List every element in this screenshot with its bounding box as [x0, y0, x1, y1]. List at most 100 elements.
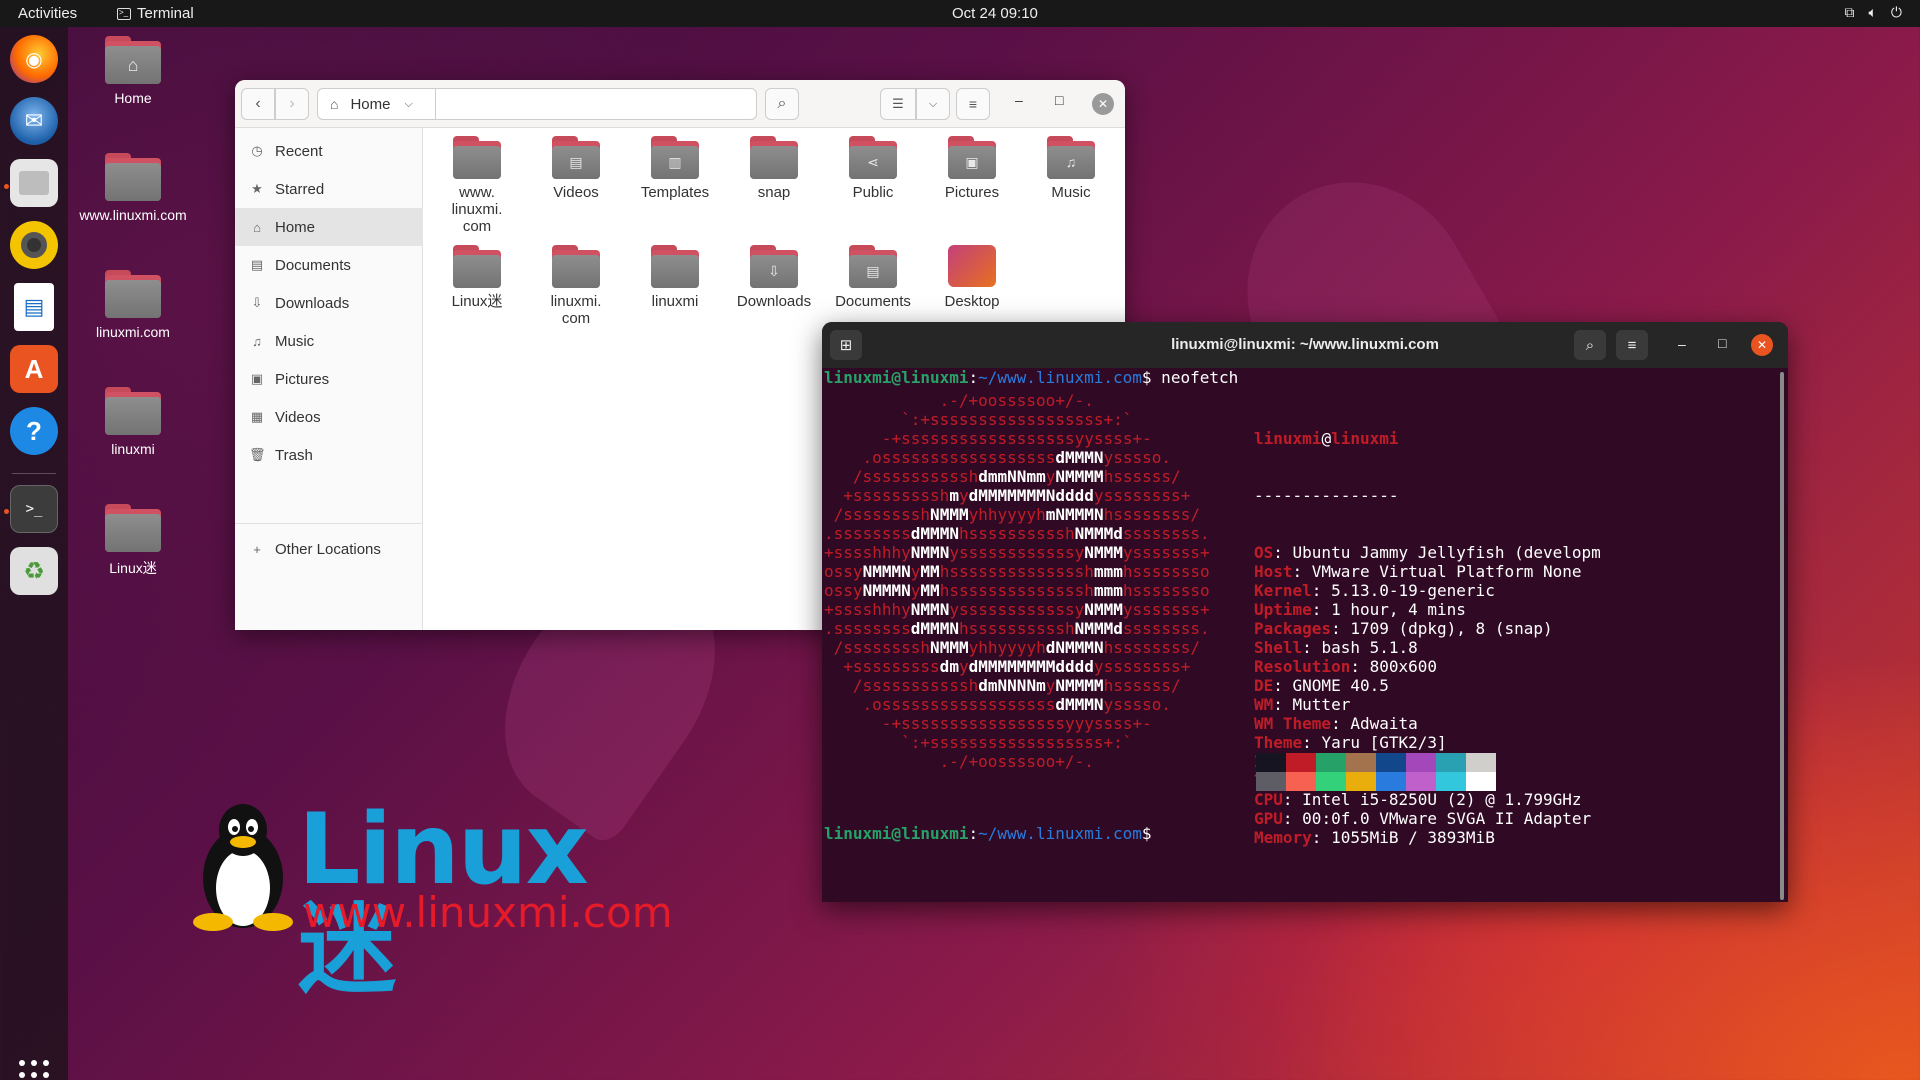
- sidebar-item-label: Other Locations: [275, 540, 381, 558]
- file-item[interactable]: Linux迷: [427, 245, 527, 310]
- maximize-button[interactable]: □: [1055, 92, 1063, 108]
- sidebar-item-videos[interactable]: ▦ Videos: [235, 398, 423, 436]
- path-bar[interactable]: ⌂ Home ⌵: [317, 88, 757, 120]
- activities-button[interactable]: Activities: [18, 5, 77, 22]
- close-icon: ✕: [1756, 338, 1768, 352]
- sidebar-item-music[interactable]: ♫ Music: [235, 322, 423, 360]
- file-item-label: Documents: [835, 293, 911, 310]
- linuxmi-logo: Linux迷 www.linuxmi.com: [188, 800, 673, 1000]
- dock-trash[interactable]: ♻: [10, 547, 58, 595]
- forward-button[interactable]: ›: [275, 88, 309, 120]
- dock-writer[interactable]: ▤: [14, 283, 54, 331]
- terminal-menu-button[interactable]: ≡: [1616, 330, 1648, 360]
- folder-icon: [552, 245, 600, 288]
- terminal-icon: >_: [117, 7, 131, 20]
- close-button[interactable]: ✕: [1092, 93, 1114, 115]
- info-key: Memory: [1254, 828, 1312, 847]
- file-item[interactable]: ⋖ Public: [823, 136, 923, 201]
- hamburger-icon: ≡: [968, 96, 978, 112]
- sidebar-item-home[interactable]: ⌂ Home: [235, 208, 423, 246]
- volume-icon[interactable]: 🔈︎: [1869, 4, 1877, 21]
- document-icon: ▤: [250, 257, 264, 272]
- dock-rhythmbox[interactable]: [10, 221, 58, 269]
- back-button[interactable]: ‹: [241, 88, 275, 120]
- running-indicator: [4, 184, 9, 189]
- ascii-line: +sssshhhyNMMNyssssssssssssyNMMMysssssss+: [824, 543, 1210, 562]
- terminal-search-button[interactable]: ⌕: [1574, 330, 1606, 360]
- music-icon: ♫: [252, 333, 262, 349]
- search-button[interactable]: ⌕: [765, 88, 799, 120]
- terminal-scrollbar[interactable]: [1780, 372, 1784, 900]
- dock-files[interactable]: [10, 159, 58, 207]
- dock-terminal[interactable]: >_: [10, 485, 58, 533]
- file-item-label: Templates: [640, 184, 710, 201]
- network-icon[interactable]: ⧉: [1845, 4, 1855, 21]
- folder-icon: [750, 136, 798, 179]
- color-swatch: [1316, 772, 1346, 791]
- tux-penguin-icon: [193, 804, 293, 931]
- file-item[interactable]: ▤ Documents: [823, 245, 923, 310]
- folder-icon: ▤: [849, 245, 897, 288]
- sidebar-item-recent[interactable]: ◷ Recent: [235, 132, 423, 170]
- maximize-button[interactable]: □: [1718, 335, 1726, 351]
- dock-firefox[interactable]: ◉: [10, 35, 58, 83]
- sidebar-item-other-locations[interactable]: + Other Locations: [235, 530, 423, 568]
- close-button[interactable]: ✕: [1751, 334, 1773, 356]
- app-menu[interactable]: >_ Terminal: [117, 5, 194, 22]
- view-list-button[interactable]: ☰: [880, 88, 916, 120]
- dock-software[interactable]: A: [10, 345, 58, 393]
- file-item[interactable]: linuxmi. com: [526, 245, 626, 327]
- dock-thunderbird[interactable]: ✉: [10, 97, 58, 145]
- dock-help[interactable]: ?: [10, 407, 58, 455]
- info-rule: ---------------: [1254, 486, 1399, 505]
- ascii-line: `:+ssssssssssssssssss+:`: [901, 410, 1133, 429]
- color-palette-dark: [1256, 753, 1496, 772]
- terminal-output[interactable]: linuxmi@linuxmi:~/www.linuxmi.com$ neofe…: [824, 368, 1782, 902]
- sidebar-item-trash[interactable]: 🗑︎ Trash: [235, 436, 423, 474]
- power-icon[interactable]: ⏻: [1891, 4, 1902, 21]
- system-tray[interactable]: ⧉ 🔈︎ ⏻: [1845, 4, 1902, 21]
- files-header-bar: ‹ › ⌂ Home ⌵ ⌕ ☰ ⌵ ≡ – □ ✕: [235, 80, 1125, 128]
- sidebar-item-downloads[interactable]: ⇩ Downloads: [235, 284, 423, 322]
- desktop-icon-home[interactable]: ⌂ Home: [68, 36, 198, 106]
- file-item[interactable]: linuxmi: [625, 245, 725, 310]
- info-lines: OS: Ubuntu Jammy Jellyfish (developm Host…: [1254, 543, 1601, 847]
- color-swatch: [1346, 753, 1376, 772]
- info-line: Uptime: 1 hour, 4 mins: [1254, 600, 1601, 619]
- ascii-line: .ssssssssdMMMNhsssssssssshNMMMdssssssss.: [824, 524, 1210, 543]
- sidebar-item-starred[interactable]: ★ Starred: [235, 170, 423, 208]
- path-crumb-home[interactable]: ⌂ Home ⌵: [318, 89, 436, 119]
- file-item[interactable]: ♫ Music: [1021, 136, 1121, 201]
- show-apps-button[interactable]: [19, 1060, 49, 1080]
- info-key: DE: [1254, 676, 1274, 695]
- desktop-icon-label: linuxmi: [111, 441, 155, 457]
- desktop-icon-label: Linux迷: [109, 560, 157, 576]
- color-swatch: [1376, 772, 1406, 791]
- file-item[interactable]: ▣ Pictures: [922, 136, 1022, 201]
- file-item[interactable]: ⇩ Downloads: [724, 245, 824, 310]
- desktop-icon-label: linuxmi.com: [96, 324, 170, 340]
- sidebar-item-documents[interactable]: ▤ Documents: [235, 246, 423, 284]
- file-item[interactable]: Desktop: [922, 245, 1022, 310]
- desktop-icon-folder[interactable]: linuxmi: [68, 387, 198, 457]
- desktop-icon-folder[interactable]: www.linuxmi.com: [68, 153, 198, 223]
- prompt-line: linuxmi@linuxmi:~/www.linuxmi.com$: [824, 824, 1152, 843]
- file-item[interactable]: snap: [724, 136, 824, 201]
- file-item[interactable]: www. linuxmi. com: [427, 136, 527, 235]
- main-menu-button[interactable]: ≡: [956, 88, 990, 120]
- desktop-icon-folder[interactable]: linuxmi.com: [68, 270, 198, 340]
- clock[interactable]: Oct 24 09:10: [952, 5, 1038, 22]
- info-line: CPU: Intel i5-8250U (2) @ 1.799GHz: [1254, 790, 1601, 809]
- file-item[interactable]: ▥ Templates: [625, 136, 725, 201]
- minimize-button[interactable]: –: [1015, 92, 1023, 108]
- folder-icon: ▥: [651, 136, 699, 179]
- view-options-button[interactable]: ⌵: [916, 88, 950, 120]
- color-swatch: [1256, 772, 1286, 791]
- minimize-button[interactable]: –: [1678, 336, 1686, 352]
- sidebar-item-pictures[interactable]: ▣ Pictures: [235, 360, 423, 398]
- file-item[interactable]: ▤ Videos: [526, 136, 626, 201]
- desktop-icon-folder[interactable]: Linux迷: [68, 504, 198, 578]
- info-key: Uptime: [1254, 600, 1312, 619]
- info-key: Shell: [1254, 638, 1303, 657]
- chevron-right-icon: ›: [289, 95, 295, 112]
